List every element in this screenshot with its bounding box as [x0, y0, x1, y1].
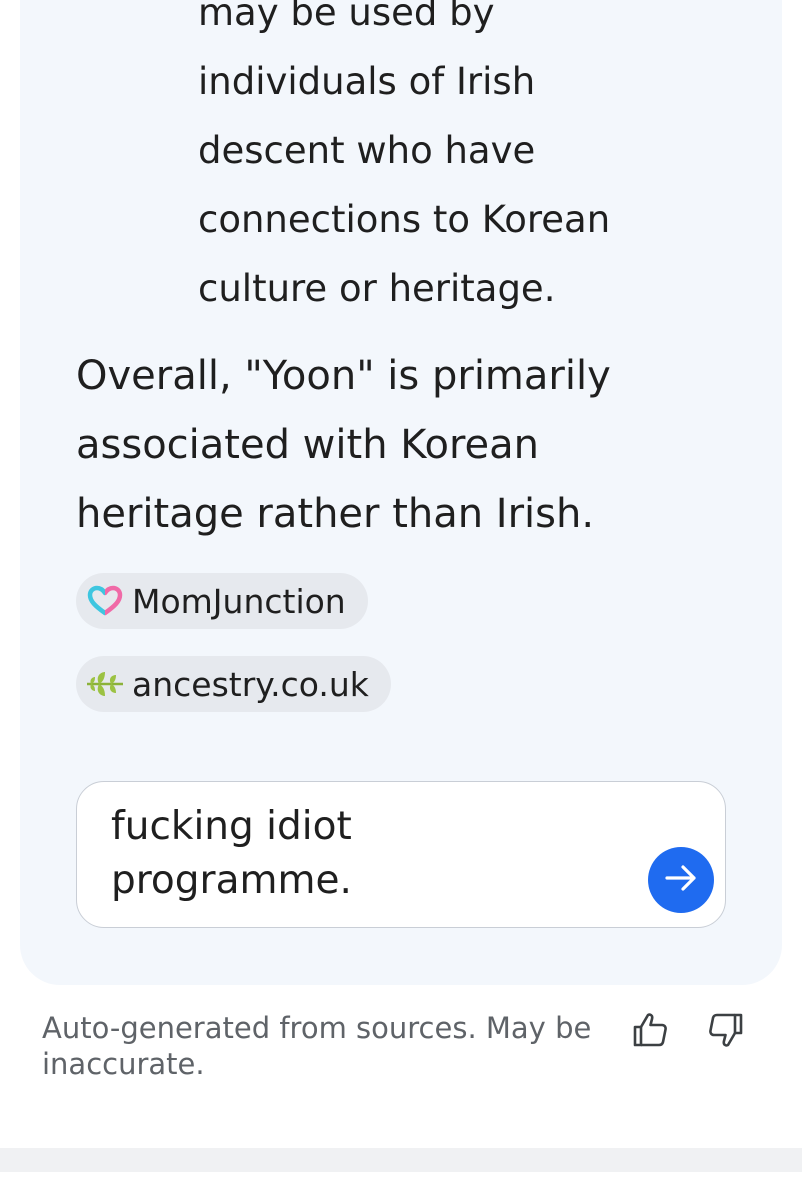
source-chip-label: MomJunction [132, 581, 346, 621]
bottom-divider [0, 1148, 802, 1172]
bullet-line: individuals of Irish [198, 60, 536, 103]
bullet-line: descent who have [198, 129, 536, 172]
thumbs-up-icon [631, 1011, 669, 1053]
followup-input-text[interactable]: fucking idiot programme. [111, 800, 631, 908]
thumbs-up-button[interactable] [628, 1010, 672, 1054]
bullet-line: culture or heritage. [198, 267, 556, 310]
bullet-continuation: may be used by individuals of Irish desc… [198, 0, 718, 323]
followup-input[interactable]: fucking idiot programme. [76, 781, 726, 928]
source-chip-label: ancestry.co.uk [132, 664, 369, 704]
thumbs-down-icon [707, 1011, 745, 1053]
send-button[interactable] [648, 847, 714, 913]
arrow-right-icon [662, 859, 700, 901]
source-chip-ancestry[interactable]: ancestry.co.uk [76, 656, 391, 712]
leaf-logo-icon [82, 661, 128, 707]
heart-logo-icon [82, 578, 128, 624]
thumbs-down-button[interactable] [704, 1010, 748, 1054]
bullet-line: may be used by [198, 0, 495, 34]
bullet-line: connections to Korean [198, 198, 611, 241]
source-chip-momjunction[interactable]: MomJunction [76, 573, 368, 629]
answer-summary: Overall, "Yoon" is primarily associated … [76, 353, 611, 537]
ai-overview-page: may be used by individuals of Irish desc… [0, 0, 802, 1200]
disclaimer-text: Auto-generated from sources. May be inac… [42, 1011, 592, 1081]
